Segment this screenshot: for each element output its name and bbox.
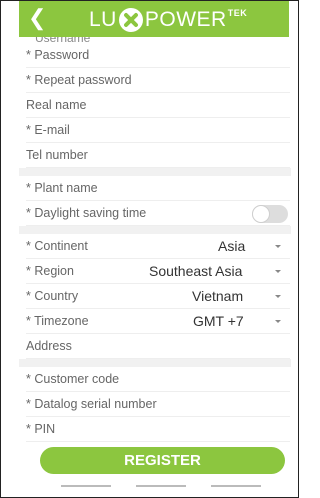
toggle-knob [252,205,270,223]
app-window: ❮ LU POWER TEK Username * Password * Rep… [0,0,299,498]
brand-text-right: POWER [144,8,227,31]
country-select[interactable]: * Country Vietnam [26,284,290,309]
email-label: * E-mail [26,123,70,137]
section-divider [19,359,291,367]
password-label: * Password [26,48,90,62]
plant-name-label: * Plant name [26,181,98,195]
customer-code-field[interactable]: * Customer code [26,367,290,392]
region-label: * Region [26,264,74,278]
country-value: Vietnam [192,288,244,304]
customer-code-label: * Customer code [26,372,120,386]
tel-number-field[interactable]: Tel number [26,143,290,168]
nav-recents-handle[interactable] [211,485,261,487]
address-label: Address [26,339,72,353]
timezone-label: * Timezone [26,314,89,328]
dropdown-caret-icon [275,270,281,273]
timezone-value: GMT +7 [193,313,244,329]
continent-label: * Continent [26,239,88,253]
brand-text-left: LU [89,8,117,31]
section-divider [19,168,291,176]
dropdown-caret-icon [275,295,281,298]
datalog-serial-label: * Datalog serial number [26,397,157,411]
repeat-password-field[interactable]: * Repeat password [26,68,290,93]
brand-logo: LU POWER TEK [89,8,247,32]
app-header: ❮ LU POWER TEK [19,1,289,37]
dropdown-caret-icon [275,320,281,323]
continent-value: Asia [218,238,246,254]
pin-label: * PIN [26,422,56,436]
address-field[interactable]: Address [26,334,290,359]
email-field[interactable]: * E-mail [26,118,290,143]
continent-select[interactable]: * Continent Asia [26,234,290,259]
datalog-serial-field[interactable]: * Datalog serial number [26,392,290,417]
nav-home-handle[interactable] [136,485,186,487]
repeat-password-label: * Repeat password [26,73,132,87]
daylight-saving-toggle[interactable] [252,205,288,223]
daylight-saving-label: * Daylight saving time [26,206,147,220]
registration-form: * Password * Repeat password Real name *… [19,43,291,442]
timezone-select[interactable]: * Timezone GMT +7 [26,309,290,334]
section-divider [19,226,291,234]
daylight-saving-row: * Daylight saving time [26,201,290,226]
real-name-label: Real name [26,98,87,112]
password-field[interactable]: * Password [26,43,290,68]
real-name-field[interactable]: Real name [26,93,290,118]
plant-name-field[interactable]: * Plant name [26,176,290,201]
system-nav-bar [61,485,261,487]
country-label: * Country [26,289,79,303]
brand-superscript: TEK [227,8,248,18]
nav-back-handle[interactable] [61,485,111,487]
region-select[interactable]: * Region Southeast Asia [26,259,290,284]
logo-emblem-icon [118,8,143,32]
region-value: Southeast Asia [149,263,243,279]
dropdown-caret-icon [275,245,281,248]
back-icon[interactable]: ❮ [28,5,46,31]
tel-number-label: Tel number [26,148,88,162]
pin-field[interactable]: * PIN [26,417,290,442]
register-button[interactable]: REGISTER [40,447,285,474]
